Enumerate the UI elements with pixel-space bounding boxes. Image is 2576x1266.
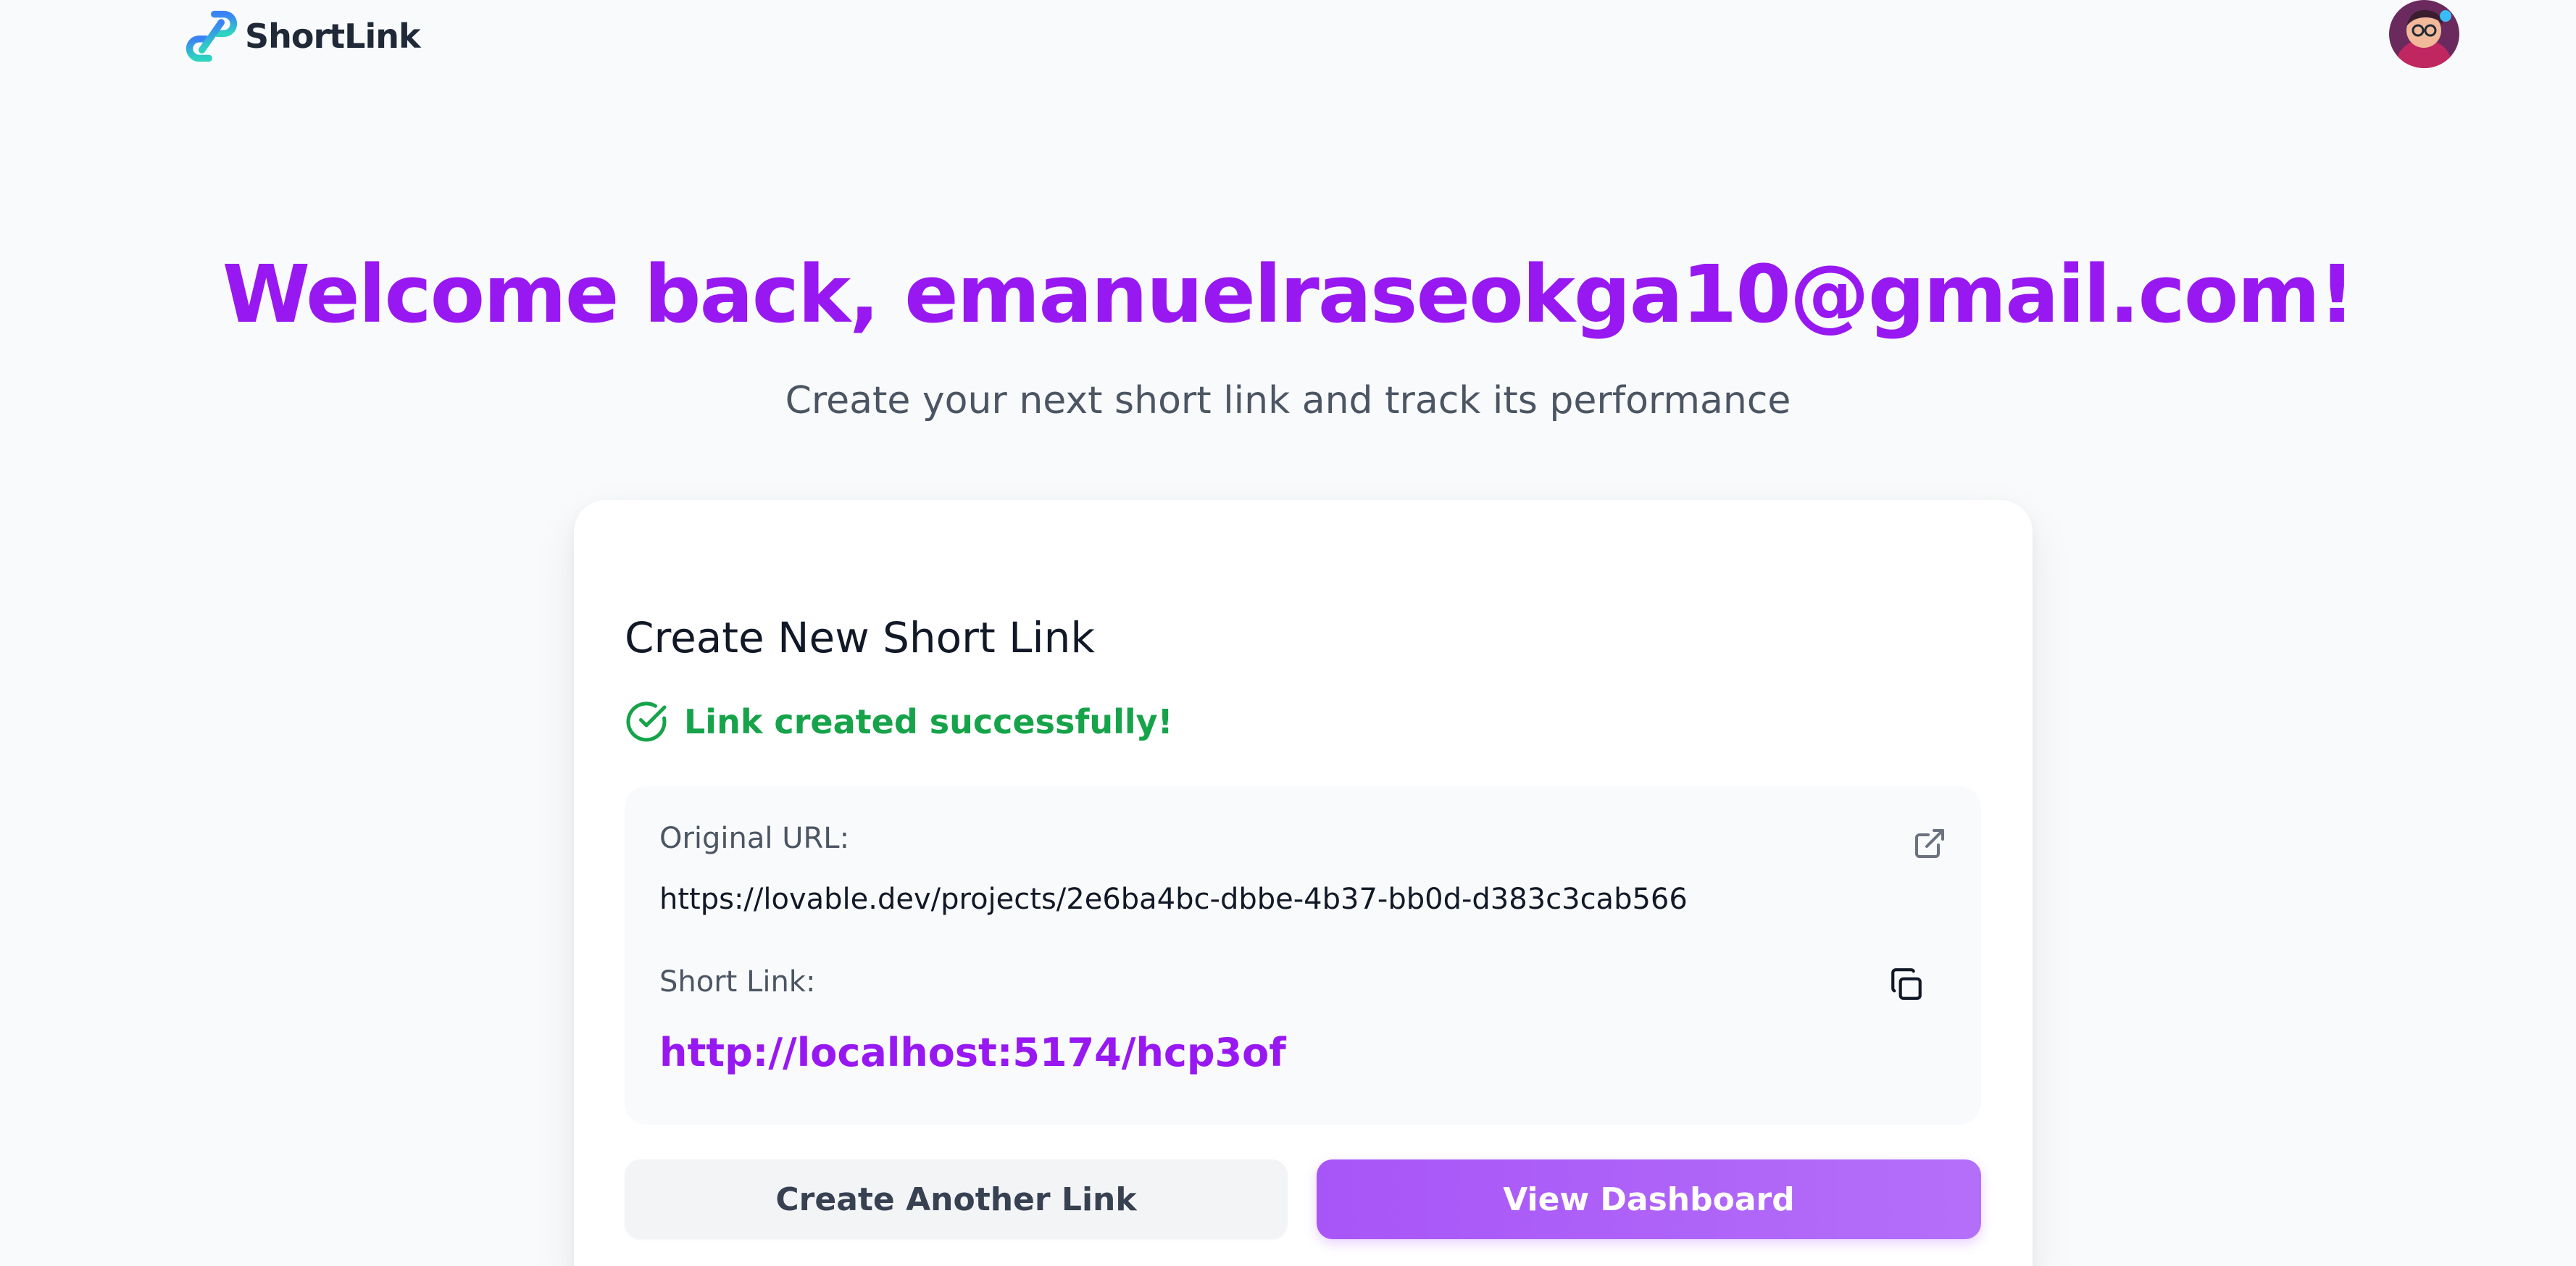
- avatar-image: [2389, 0, 2459, 68]
- card-title: Create New Short Link: [625, 613, 1095, 662]
- link-result-box: Original URL: https://lovable.dev/projec…: [625, 786, 1981, 1125]
- create-link-card: Create New Short Link Link created succe…: [574, 500, 2033, 1266]
- logo[interactable]: ShortLink: [184, 6, 421, 67]
- page: ShortLink Welcome back, emanuelraseokga1…: [0, 0, 2576, 1266]
- original-url-value: https://lovable.dev/projects/2e6ba4bc-db…: [659, 883, 1688, 916]
- create-another-link-button[interactable]: Create Another Link: [625, 1159, 1288, 1239]
- user-avatar[interactable]: [2389, 0, 2459, 68]
- check-circle-icon: [626, 701, 667, 742]
- short-link-label: Short Link:: [659, 965, 816, 999]
- copy-short-link-button[interactable]: [1882, 960, 1931, 1009]
- original-url-label: Original URL:: [659, 822, 850, 855]
- copy-icon: [1891, 968, 1922, 1000]
- welcome-subtitle: Create your next short link and track it…: [785, 379, 1791, 422]
- welcome-heading: Welcome back, emanuelraseokga10@gmail.co…: [222, 248, 2355, 341]
- view-dashboard-button[interactable]: View Dashboard: [1317, 1159, 1981, 1239]
- open-original-url-button[interactable]: [1905, 819, 1954, 868]
- link-icon: [186, 10, 238, 62]
- success-text: Link created successfully!: [684, 702, 1173, 741]
- success-message: Link created successfully!: [625, 700, 1173, 744]
- logo-text: ShortLink: [245, 17, 421, 56]
- external-link-icon: [1915, 829, 1944, 858]
- short-link-url[interactable]: http://localhost:5174/hcp3of: [659, 1025, 1286, 1080]
